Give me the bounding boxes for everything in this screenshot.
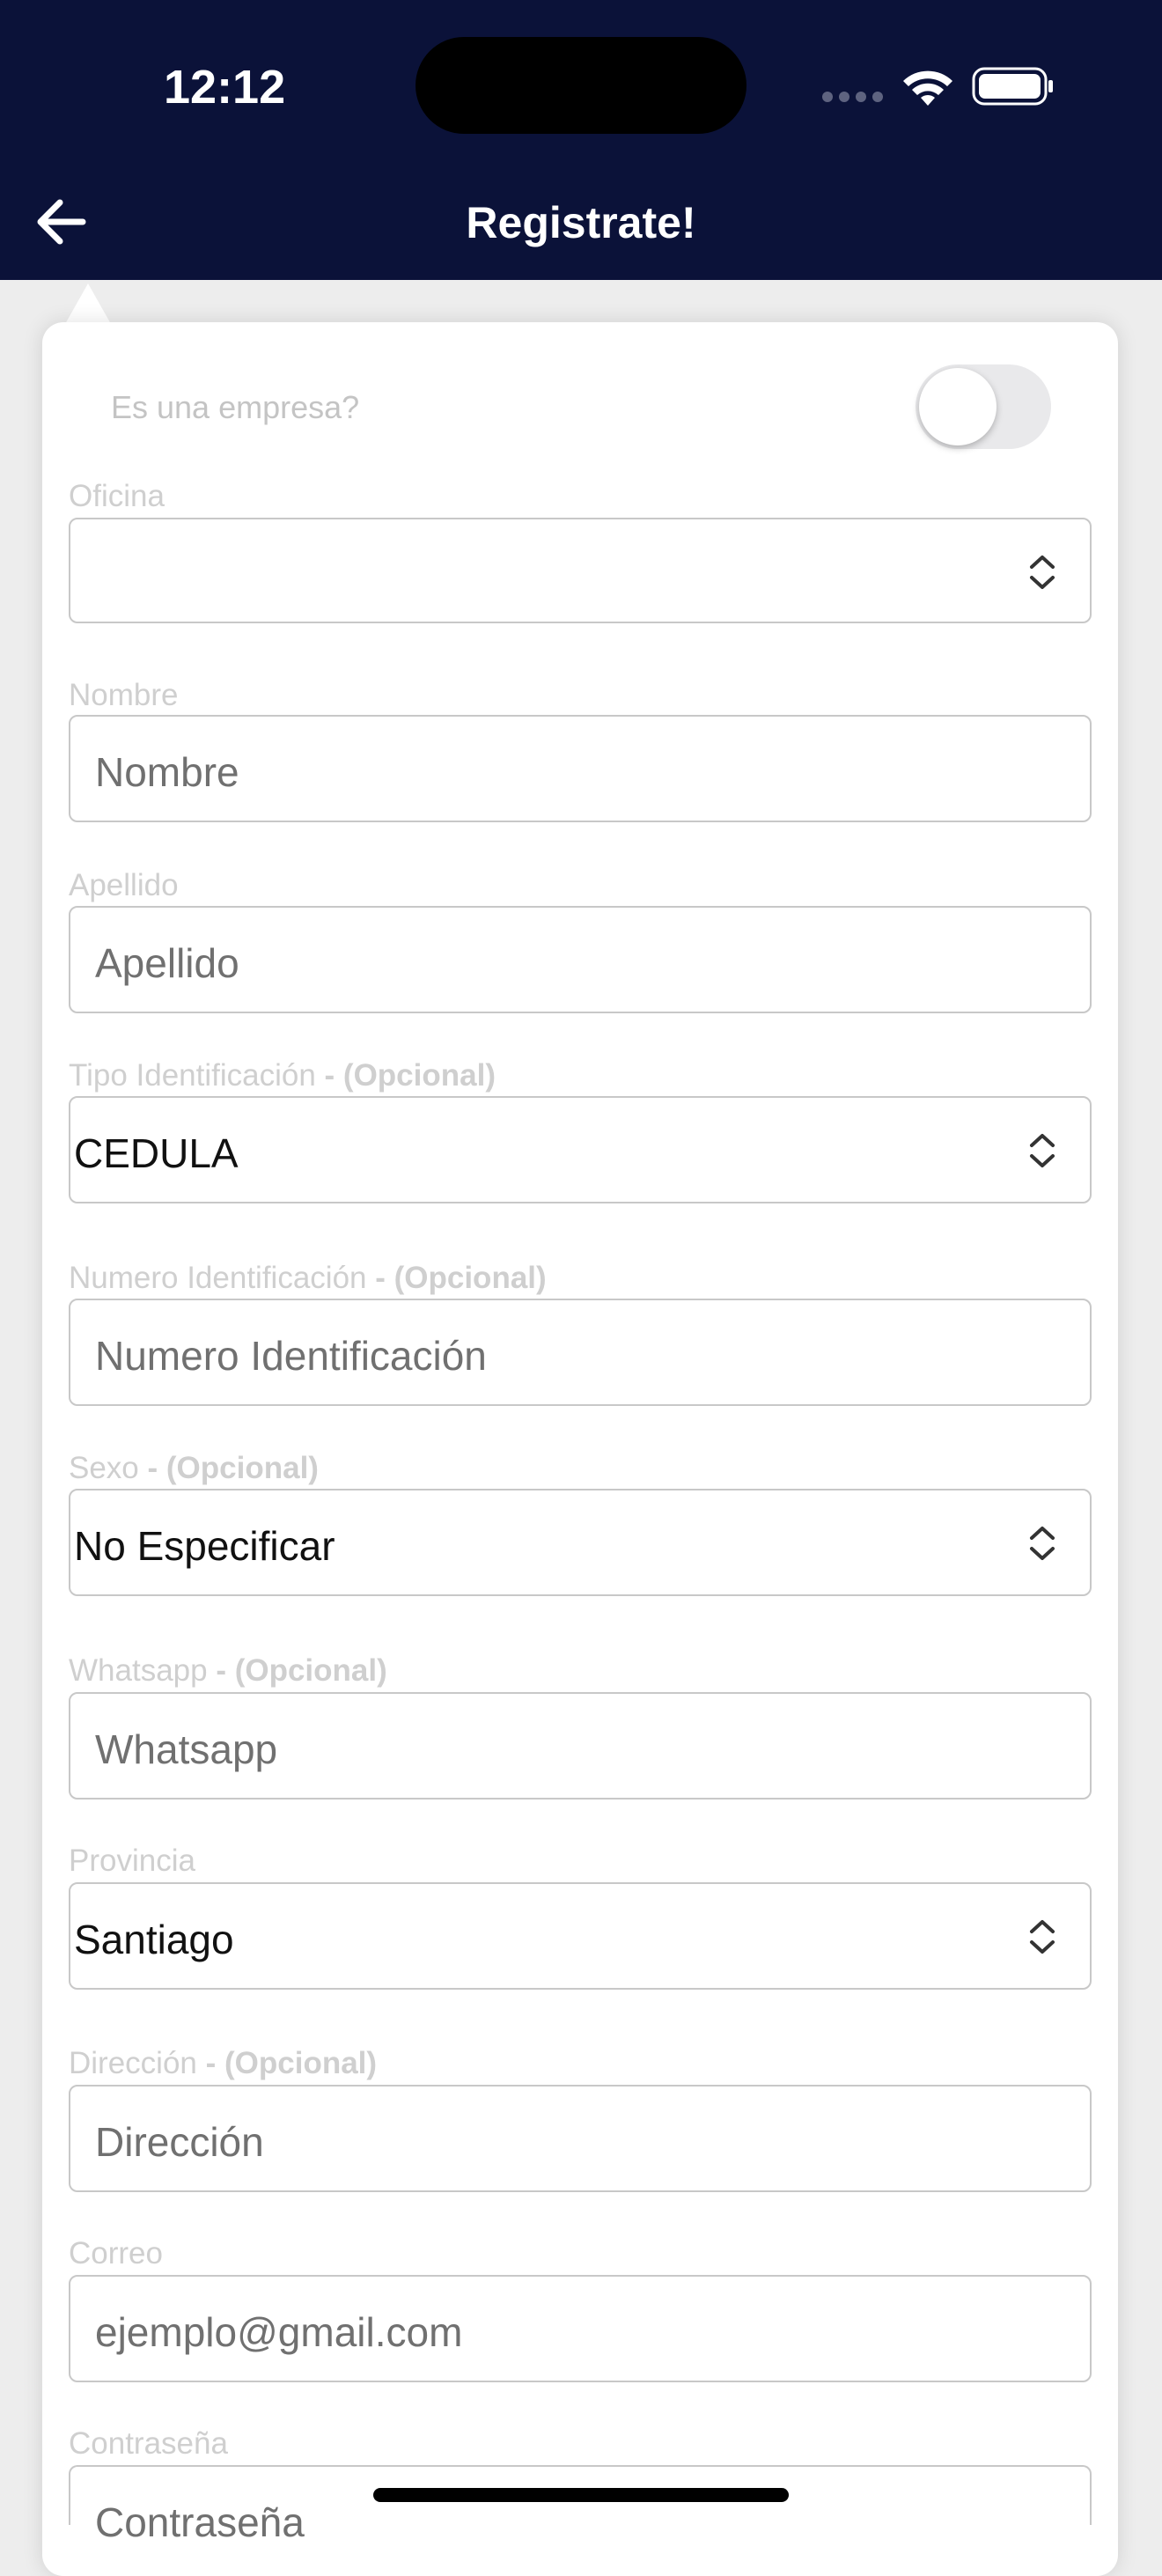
contrasena-label: Contraseña — [69, 2426, 228, 2461]
optional-tag: - (Opcional) — [375, 1261, 547, 1295]
sexo-select[interactable]: No Especificar — [69, 1489, 1092, 1596]
company-toggle[interactable] — [916, 364, 1051, 449]
tipo-identificacion-label: Tipo Identificación - (Opcional) — [69, 1058, 496, 1093]
optional-tag: - (Opcional) — [216, 1653, 387, 1688]
registration-form-card — [42, 322, 1118, 2576]
correo-label: Correo — [69, 2236, 163, 2271]
whatsapp-label: Whatsapp - (Opcional) — [69, 1653, 387, 1688]
chevron-up-down-icon — [1030, 1134, 1055, 1167]
whatsapp-placeholder: Whatsapp — [95, 1726, 278, 1772]
wifi-icon — [903, 70, 952, 106]
numero-identificacion-label: Numero Identificación - (Opcional) — [69, 1261, 547, 1295]
tipo-identificacion-value: CEDULA — [74, 1130, 239, 1176]
app-header: 12:12 Registrate! — [0, 0, 1162, 280]
nombre-label: Nombre — [69, 678, 179, 712]
page-title: Registrate! — [466, 198, 696, 247]
apellido-placeholder: Apellido — [95, 940, 239, 986]
correo-input[interactable]: ejemplo@gmail.com — [69, 2275, 1092, 2382]
numero-identificacion-input[interactable]: Numero Identificación — [69, 1299, 1092, 1406]
sexo-value: No Especificar — [74, 1523, 335, 1569]
card-pointer — [65, 283, 111, 324]
whatsapp-input[interactable]: Whatsapp — [69, 1692, 1092, 1800]
sexo-label: Sexo - (Opcional) — [69, 1451, 319, 1485]
battery-icon — [972, 67, 1053, 106]
nombre-placeholder: Nombre — [95, 749, 239, 795]
company-toggle-label: Es una empresa? — [111, 389, 360, 425]
dynamic-island — [416, 37, 746, 134]
status-time: 12:12 — [164, 61, 286, 114]
direccion-label: Dirección - (Opcional) — [69, 2046, 378, 2080]
contrasena-placeholder: Contraseña — [95, 2499, 305, 2545]
apellido-label: Apellido — [69, 868, 179, 902]
provincia-select[interactable]: Santiago — [69, 1882, 1092, 1990]
apellido-input[interactable]: Apellido — [69, 906, 1092, 1013]
chevron-up-down-icon — [1030, 1527, 1055, 1560]
oficina-select[interactable] — [69, 518, 1092, 623]
direccion-input[interactable]: Dirección — [69, 2085, 1092, 2192]
oficina-label: Oficina — [69, 479, 165, 513]
toggle-knob — [919, 368, 997, 445]
provincia-value: Santiago — [74, 1917, 234, 1962]
provincia-label: Provincia — [69, 1844, 195, 1878]
tipo-identificacion-select[interactable]: CEDULA — [69, 1096, 1092, 1203]
optional-tag: - (Opcional) — [324, 1058, 496, 1093]
home-indicator — [373, 2488, 789, 2502]
chevron-up-down-icon — [1030, 556, 1055, 589]
numero-identificacion-placeholder: Numero Identificación — [95, 1333, 487, 1379]
back-arrow-icon[interactable] — [30, 190, 93, 254]
optional-tag: - (Opcional) — [147, 1451, 319, 1485]
optional-tag: - (Opcional) — [205, 2046, 378, 2080]
nombre-input[interactable]: Nombre — [69, 715, 1092, 822]
direccion-placeholder: Dirección — [95, 2119, 264, 2165]
correo-placeholder: ejemplo@gmail.com — [95, 2309, 463, 2355]
chevron-up-down-icon — [1030, 1920, 1055, 1954]
cellular-signal-icon — [822, 92, 884, 102]
